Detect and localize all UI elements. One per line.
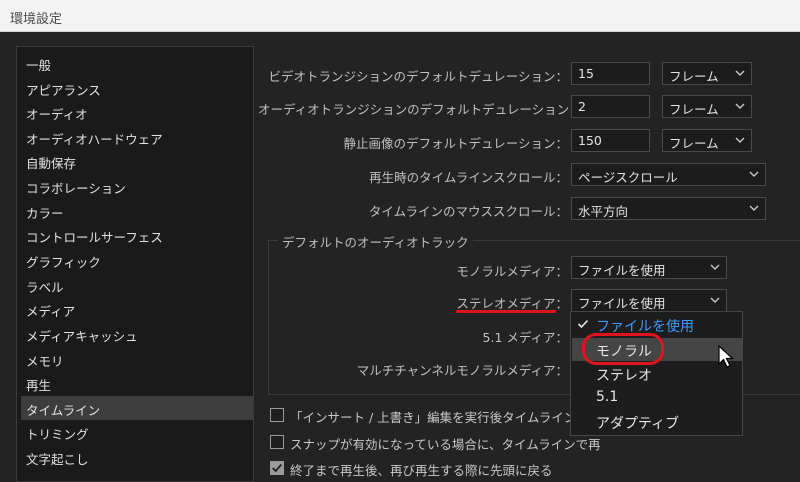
mono-media-select[interactable]: ファイルを使用 (571, 256, 727, 279)
sidebar-item-media[interactable]: メディア (21, 297, 253, 321)
sidebar-item-labels[interactable]: ラベル (21, 273, 253, 297)
sidebar-item-audio-hardware[interactable]: オーディオハードウェア (21, 125, 253, 149)
mouse-pointer-icon (718, 345, 735, 368)
still-image-unit-select[interactable]: フレーム (662, 129, 752, 152)
dropdown-option-5-1[interactable]: 5.1 (572, 386, 742, 409)
sidebar-item-general[interactable]: 一般 (21, 51, 253, 75)
chevron-down-icon (735, 137, 745, 143)
dropdown-option-adaptive[interactable]: アダプティブ (572, 410, 742, 433)
sidebar-item-appearance[interactable]: アピアランス (21, 76, 253, 100)
sidebar-item-transcription[interactable]: 文字起こし (21, 445, 253, 469)
audio-transition-label: オーディオトランジションのデフォルトデュレーション： (258, 102, 582, 117)
video-transition-unit-select[interactable]: フレーム (662, 62, 752, 85)
dropdown-option-stereo[interactable]: ステレオ (572, 362, 742, 385)
still-image-label: 静止画像のデフォルトデュレーション： (343, 136, 568, 151)
chevron-down-icon (735, 70, 745, 76)
mouse-scroll-select[interactable]: 水平方向 (571, 197, 766, 220)
checkbox[interactable] (270, 408, 284, 422)
checkbox[interactable] (270, 435, 284, 449)
window-title: 環境設定 (0, 0, 800, 32)
checkbox-row-insert-overwrite[interactable]: 「インサート / 上書き」編集を実行後タイムラインにフ (270, 407, 601, 427)
video-transition-label: ビデオトランジションのデフォルトデュレーション： (268, 69, 568, 84)
five-one-media-label: 5.1 メディア： (482, 330, 568, 345)
sidebar-item-auto-save[interactable]: 自動保存 (21, 149, 253, 173)
sidebar-item-graphics[interactable]: グラフィック (21, 248, 253, 272)
sidebar-item-audio[interactable]: オーディオ (21, 100, 253, 124)
annotation-circle (582, 333, 664, 365)
playback-scroll-label: 再生時のタイムラインスクロール： (369, 170, 568, 185)
chevron-down-icon (710, 297, 720, 303)
chevron-down-icon (735, 103, 745, 109)
sidebar-item-memory[interactable]: メモリ (21, 347, 253, 371)
preferences-sidebar: 一般 アピアランス オーディオ オーディオハードウェア 自動保存 コラボレーショ… (16, 46, 254, 482)
checkbox-row-snap[interactable]: スナップが有効になっている場合に、タイムラインで再 (270, 434, 601, 454)
stereo-media-select[interactable]: ファイルを使用 (571, 289, 727, 312)
sidebar-item-timeline[interactable]: タイムライン (21, 396, 253, 420)
sidebar-item-collaboration[interactable]: コラボレーション (21, 174, 253, 198)
multichannel-media-label: マルチチャンネルモノラルメディア： (356, 363, 568, 378)
stereo-media-dropdown-menu: ファイルを使用 モノラル ステレオ 5.1 アダプティブ (570, 311, 743, 436)
chevron-down-icon (710, 264, 720, 270)
still-image-input[interactable]: 150 (571, 129, 650, 152)
audio-transition-unit-value: フレーム (669, 102, 719, 117)
audio-transition-input[interactable]: 2 (571, 95, 650, 118)
sidebar-item-playback[interactable]: 再生 (21, 371, 253, 395)
dropdown-option-label: アダプティブ (596, 416, 680, 432)
mono-media-label: モノラルメディア： (456, 264, 568, 279)
checkbox-label: スナップが有効になっている場合に、タイムラインで再 (290, 437, 601, 452)
video-transition-unit-value: フレーム (669, 69, 719, 84)
audio-transition-unit-select[interactable]: フレーム (662, 95, 752, 118)
checkmark-icon (272, 464, 282, 473)
checkmark-icon (577, 319, 589, 329)
sidebar-item-trimming[interactable]: トリミング (21, 420, 253, 444)
playback-scroll-select[interactable]: ページスクロール (571, 163, 766, 186)
checkbox-checked[interactable] (270, 461, 284, 475)
annotation-underline (456, 310, 556, 313)
mouse-scroll-label: タイムラインのマウススクロール： (368, 204, 568, 219)
sidebar-item-media-cache[interactable]: メディアキャッシュ (21, 322, 253, 346)
chevron-down-icon (749, 171, 759, 177)
default-audio-tracks-title: デフォルトのオーディオトラック (278, 232, 473, 251)
still-image-unit-value: フレーム (669, 136, 719, 151)
playback-scroll-value: ページスクロール (578, 170, 678, 185)
checkbox-label: 「インサート / 上書き」編集を実行後タイムラインにフ (290, 410, 602, 425)
chevron-down-icon (749, 205, 759, 211)
stereo-media-value: ファイルを使用 (578, 296, 666, 311)
mouse-scroll-value: 水平方向 (578, 204, 629, 219)
checkbox-row-return-to-start[interactable]: 終了まで再生後、再び再生する際に先頭に戻る (270, 460, 570, 480)
dropdown-option-label: 5.1 (596, 389, 619, 405)
dropdown-option-label: ステレオ (596, 368, 652, 384)
sidebar-item-color[interactable]: カラー (21, 199, 253, 223)
checkbox-label: 終了まで再生後、再び再生する際に先頭に戻る (290, 463, 553, 478)
video-transition-input[interactable]: 15 (571, 62, 650, 85)
mono-media-value: ファイルを使用 (578, 263, 666, 278)
sidebar-item-control-surface[interactable]: コントロールサーフェス (21, 223, 253, 247)
